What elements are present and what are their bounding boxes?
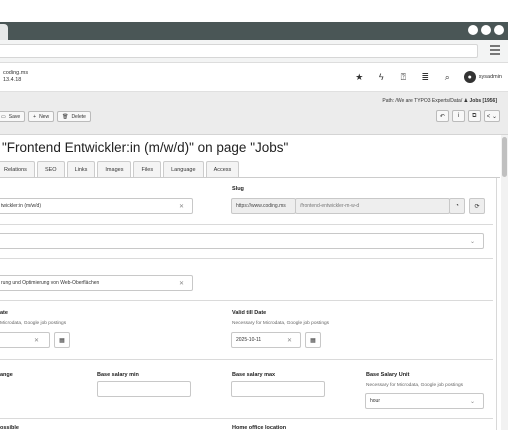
- remote-possible-label: ossible: [0, 425, 19, 431]
- trash-icon: 🗑: [62, 113, 69, 120]
- doc-actions: ▭ Save + New 🗑 Delete: [0, 111, 91, 122]
- browser-top-area: [0, 0, 508, 22]
- valid-till-calendar-button[interactable]: ▦: [305, 332, 321, 348]
- avatar-icon: ●: [463, 71, 476, 83]
- clear-icon[interactable]: ✕: [287, 337, 292, 344]
- window-controls: [468, 25, 504, 35]
- breadcrumb: Path: /We are TYPO3 Experts/Data/ ♟ Jobs…: [382, 98, 497, 104]
- section-divider: [0, 224, 493, 225]
- salary-unit-label: Base Salary Unit: [366, 372, 410, 378]
- category-select[interactable]: ⌄: [0, 233, 484, 249]
- salary-range-label: ange: [0, 372, 13, 378]
- slug-field[interactable]: /frontend-entwickler-m-w-d: [295, 198, 450, 214]
- system-info-icon[interactable]: ≣: [420, 70, 431, 84]
- record-tabs: Relations SEO Links Images Files Languag…: [0, 161, 241, 177]
- slug-refresh-button[interactable]: ⟳: [469, 198, 485, 214]
- tab-files[interactable]: Files: [133, 161, 162, 177]
- breadcrumb-path: Path: /We are TYPO3 Experts/Data/: [382, 98, 463, 104]
- doc-right-actions: ↶ i ⧉ < ⌄: [435, 110, 500, 122]
- slug-prefix: https://www.coding.ms: [231, 198, 296, 214]
- section-divider: [0, 418, 493, 419]
- slug-label: Slug: [232, 186, 244, 192]
- site-info: coding.ms 13.4.18: [3, 70, 28, 83]
- calendar-icon: ▦: [310, 337, 316, 344]
- salary-min-field[interactable]: [97, 381, 191, 397]
- page-title: "Frontend Entwickler:in (m/w/d)" on page…: [2, 140, 289, 155]
- salary-min-label: Base salary min: [97, 372, 139, 378]
- user-menu[interactable]: ● sysadmin: [463, 71, 502, 83]
- typo3-version: 13.4.18: [3, 76, 22, 83]
- valid-till-label: Valid till Date: [232, 310, 267, 316]
- info-button[interactable]: i: [451, 110, 465, 122]
- clear-icon[interactable]: ✕: [34, 337, 39, 344]
- clear-icon[interactable]: ✕: [179, 203, 184, 210]
- calendar-icon: ▦: [59, 337, 65, 344]
- address-bar: [0, 40, 508, 63]
- window-dot-2[interactable]: [481, 25, 491, 35]
- scrollbar-track[interactable]: [501, 135, 508, 430]
- scrollbar-thumb[interactable]: [502, 137, 507, 177]
- form-panel: twickler:in (m/w/d) ✕ Slug https://www.c…: [0, 178, 497, 431]
- share-button[interactable]: < ⌄: [483, 110, 500, 122]
- typo3-topbar: coding.ms 13.4.18 ★ ϟ ⍰ ≣ ⌕ ● sysadmin: [0, 63, 508, 92]
- slug-toggle-button[interactable]: ◔: [449, 198, 465, 214]
- bookmark-star-icon[interactable]: ★: [354, 70, 365, 84]
- breadcrumb-page: Jobs [1956]: [469, 98, 497, 104]
- date-help: Microdata, Google job postings: [0, 321, 67, 326]
- tab-language[interactable]: Language: [163, 161, 204, 177]
- salary-max-field[interactable]: [231, 381, 325, 397]
- section-divider: [0, 359, 493, 360]
- chevron-down-icon: ⌄: [469, 238, 475, 245]
- section-divider: [0, 258, 493, 259]
- search-icon[interactable]: ⌕: [442, 70, 453, 84]
- window-dot-3[interactable]: [494, 25, 504, 35]
- tab-images[interactable]: Images: [97, 161, 132, 177]
- section-divider: [0, 300, 493, 301]
- page-icon: ♟: [463, 98, 469, 104]
- share-icon: < ⌄: [486, 113, 497, 120]
- delete-button[interactable]: 🗑 Delete: [57, 111, 91, 122]
- tab-seo[interactable]: SEO: [36, 161, 65, 177]
- info-icon: i: [457, 113, 459, 119]
- salary-unit-select[interactable]: hour ⌄: [365, 393, 484, 409]
- save-button[interactable]: ▭ Save: [0, 111, 26, 122]
- plus-icon: +: [33, 113, 37, 120]
- external-window-icon: ⧉: [472, 112, 477, 119]
- title-field[interactable]: twickler:in (m/w/d) ✕: [0, 198, 193, 214]
- flash-icon[interactable]: ϟ: [376, 70, 387, 84]
- open-new-window-button[interactable]: ⧉: [467, 110, 481, 122]
- help-icon[interactable]: ⍰: [398, 70, 409, 84]
- title-value: twickler:in (m/w/d): [1, 203, 42, 209]
- tab-links[interactable]: Links: [66, 161, 96, 177]
- window-dot-1[interactable]: [468, 25, 478, 35]
- teaser-field[interactable]: rung und Optimierung von Web-Oberflächen…: [0, 275, 193, 291]
- salary-unit-help: Necessary for Microdata, Google job post…: [366, 383, 464, 388]
- date-label: ate: [0, 310, 8, 316]
- site-name: coding.ms: [3, 70, 29, 76]
- hamburger-icon[interactable]: [490, 45, 500, 56]
- tab-access[interactable]: Access: [205, 161, 240, 177]
- browser-tab[interactable]: [0, 24, 8, 40]
- undo-icon: ↶: [439, 113, 445, 120]
- salary-max-label: Base salary max: [232, 372, 276, 378]
- refresh-icon: ⟳: [474, 203, 480, 210]
- browser-tab-bar: [0, 22, 508, 40]
- chevron-down-icon: ⌄: [469, 398, 475, 405]
- valid-till-help: Necessary for Microdata, Google job post…: [232, 321, 330, 326]
- date-field[interactable]: ✕: [0, 332, 50, 348]
- url-input[interactable]: [0, 44, 478, 58]
- user-name: sysadmin: [478, 74, 502, 80]
- clear-icon[interactable]: ✕: [179, 280, 184, 287]
- save-icon: ▭: [1, 113, 6, 120]
- undo-button[interactable]: ↶: [435, 110, 449, 122]
- valid-till-field[interactable]: 2025-10-11 ✕: [231, 332, 301, 348]
- toolbar-icons: ★ ϟ ⍰ ≣ ⌕ ● sysadmin: [354, 70, 502, 84]
- tab-relations[interactable]: Relations: [0, 161, 35, 177]
- doc-header: Path: /We are TYPO3 Experts/Data/ ♟ Jobs…: [0, 92, 508, 135]
- date-calendar-button[interactable]: ▦: [54, 332, 70, 348]
- new-button[interactable]: + New: [28, 111, 55, 122]
- home-office-label: Home office location: [232, 425, 287, 431]
- eye-slash-icon: ◔: [455, 203, 459, 209]
